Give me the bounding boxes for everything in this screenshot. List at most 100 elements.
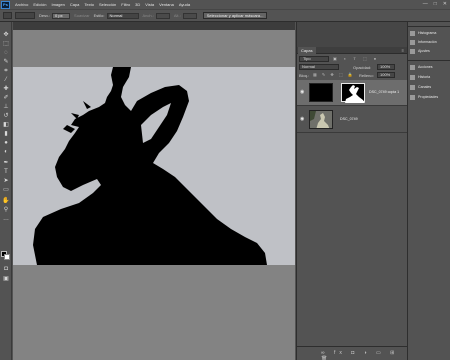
quick-select-tool-icon[interactable]: ✎	[2, 59, 10, 66]
actions-icon	[410, 64, 415, 70]
panel-label: Propiedades	[418, 95, 439, 99]
panel-propiedades[interactable]: Propiedades	[410, 93, 450, 101]
type-tool-icon[interactable]: T	[2, 169, 10, 176]
channels-icon	[410, 84, 415, 90]
pen-tool-icon[interactable]: ✒	[2, 160, 10, 167]
dodge-tool-icon[interactable]: ◐	[2, 149, 10, 156]
menu-vista[interactable]: Vista	[145, 2, 154, 7]
menu-bar: Ps Archivo Edición Imagen Capa Texto Sel…	[0, 0, 450, 9]
panel-label: Ajustes	[418, 49, 430, 53]
smooth-checkbox[interactable]: Suavizar	[74, 13, 90, 18]
height-label: Alt.:	[173, 13, 181, 18]
layers-footer-icons[interactable]: ∞ fx ◘ ◑ ▭ ⊞ 🗑	[321, 350, 407, 360]
crop-tool-icon[interactable]: ⌗	[2, 68, 10, 75]
mask-silhouette-icon	[345, 85, 365, 103]
close-icon[interactable]: ✕	[443, 1, 447, 7]
select-and-mask-button[interactable]: Seleccionar y aplicar máscara...	[202, 12, 268, 19]
menu-seleccion[interactable]: Selección	[99, 2, 116, 7]
properties-icon	[410, 94, 415, 100]
tab-capas[interactable]: Capas	[298, 47, 316, 54]
more-tools-icon[interactable]: …	[2, 216, 10, 223]
info-icon	[410, 39, 415, 45]
panel-ajustes[interactable]: Ajustes	[410, 47, 450, 55]
eyedropper-tool-icon[interactable]: ⁄	[2, 77, 10, 84]
layers-panel-header: Capas ≡	[297, 47, 407, 54]
layer-mask-thumbnail[interactable]	[341, 83, 365, 103]
collapsed-panels: Histograma Información Ajustes Acciones …	[407, 22, 450, 360]
lasso-tool-icon[interactable]: ◌	[2, 50, 10, 57]
move-tool-icon[interactable]: ✥	[2, 32, 10, 39]
rectangle-tool-icon[interactable]: ▭	[2, 187, 10, 194]
hand-tool-icon[interactable]: ✋	[2, 198, 10, 205]
histogram-icon	[410, 30, 415, 36]
panel-label: Historia	[418, 75, 431, 79]
history-icon	[410, 74, 415, 80]
marquee-tool-icon[interactable]: ⬚	[2, 41, 10, 48]
height-input[interactable]	[182, 12, 197, 19]
opacity-input[interactable]: 100%	[377, 64, 395, 70]
tools-panel: ✥ ⬚ ◌ ✎ ⌗ ⁄ ✚ ✐ ⊥ ↺ ◧ ▮ ● ◐ ✒ T ➤ ▭ ✋ ⚲ …	[0, 22, 12, 360]
layer-thumbnail[interactable]	[309, 83, 333, 102]
path-selection-tool-icon[interactable]: ➤	[2, 178, 10, 185]
panel-label: Histograma	[418, 31, 437, 35]
clone-stamp-tool-icon[interactable]: ⊥	[2, 104, 10, 111]
menu-3d[interactable]: 3D	[135, 2, 140, 7]
lock-label: Bloq.:	[299, 73, 310, 78]
options-bar: Desv.: 0 px Suavizar Estilo: Normal Anch…	[0, 9, 450, 22]
panel-histograma[interactable]: Histograma	[410, 29, 450, 37]
menu-texto[interactable]: Texto	[84, 2, 94, 7]
menu-edicion[interactable]: Edición	[33, 2, 46, 7]
panel-label: Acciones	[418, 65, 433, 69]
blend-mode-select[interactable]: Normal	[299, 64, 339, 70]
quick-mask-icon[interactable]: ◘	[2, 266, 10, 273]
menu-imagen[interactable]: Imagen	[51, 2, 64, 7]
menu-ventana[interactable]: Ventana	[159, 2, 174, 7]
layer-row-copy[interactable]: ◉ DSC_0749 copia 1	[297, 80, 407, 106]
lock-row: Bloq.: ▦ ✎ ✥ ⬚ 🔒 Relleno: 100%	[299, 72, 405, 79]
marquee-tool-preset[interactable]	[3, 12, 12, 19]
panel-canales[interactable]: Canales	[410, 83, 450, 91]
lock-icons[interactable]: ▦ ✎ ✥ ⬚ 🔒	[313, 72, 355, 78]
layer-name[interactable]: DSC_0749	[340, 117, 358, 121]
layer-filter-icons[interactable]: ▣ ◐ T ⬚ ●	[333, 56, 379, 62]
image-canvas[interactable]	[13, 67, 295, 265]
layers-panel-footer: ∞ fx ◘ ◑ ▭ ⊞ 🗑	[297, 346, 407, 360]
fill-input[interactable]: 100%	[377, 72, 395, 78]
document-tab-bar[interactable]	[13, 22, 295, 30]
panel-informacion[interactable]: Información	[410, 38, 450, 46]
layer-row-background[interactable]: ◉ DSC_0749	[297, 107, 407, 133]
panel-menu-icon[interactable]: ≡	[402, 47, 404, 54]
selection-mode-buttons[interactable]	[15, 12, 35, 19]
gradient-tool-icon[interactable]: ▮	[2, 131, 10, 138]
photo-thumbnail-icon	[310, 111, 332, 128]
history-brush-tool-icon[interactable]: ↺	[2, 113, 10, 120]
minimize-icon[interactable]: —	[423, 1, 428, 7]
width-input[interactable]	[155, 12, 170, 19]
menu-capa[interactable]: Capa	[70, 2, 80, 7]
layer-filter-row: Tipo ▣ ◐ T ⬚ ●	[299, 56, 405, 63]
blur-tool-icon[interactable]: ●	[2, 140, 10, 147]
healing-brush-tool-icon[interactable]: ✚	[2, 86, 10, 93]
menu-filtro[interactable]: Filtro	[121, 2, 130, 7]
maximize-icon[interactable]: □	[434, 1, 437, 7]
panel-label: Canales	[418, 85, 432, 89]
silhouette-image	[13, 67, 295, 265]
visibility-eye-icon[interactable]: ◉	[300, 89, 306, 95]
zoom-tool-icon[interactable]: ⚲	[2, 207, 10, 214]
panel-historia[interactable]: Historia	[410, 73, 450, 81]
layer-filter-select[interactable]: Tipo	[299, 56, 329, 62]
layer-thumbnail[interactable]	[309, 110, 333, 129]
panel-acciones[interactable]: Acciones	[410, 63, 450, 71]
feather-input[interactable]: 0 px	[52, 12, 71, 19]
width-label: Anch.:	[142, 13, 154, 18]
layer-name[interactable]: DSC_0749 copia 1	[369, 90, 399, 94]
eraser-tool-icon[interactable]: ◧	[2, 122, 10, 129]
background-color-swatch[interactable]	[4, 254, 10, 260]
menu-archivo[interactable]: Archivo	[15, 2, 28, 7]
style-select[interactable]: Normal	[106, 12, 139, 19]
screen-mode-icon[interactable]: ▣	[2, 276, 10, 283]
brush-tool-icon[interactable]: ✐	[2, 95, 10, 102]
visibility-eye-icon[interactable]: ◉	[300, 116, 306, 122]
feather-label: Desv.:	[39, 13, 51, 18]
menu-ayuda[interactable]: Ayuda	[179, 2, 190, 7]
